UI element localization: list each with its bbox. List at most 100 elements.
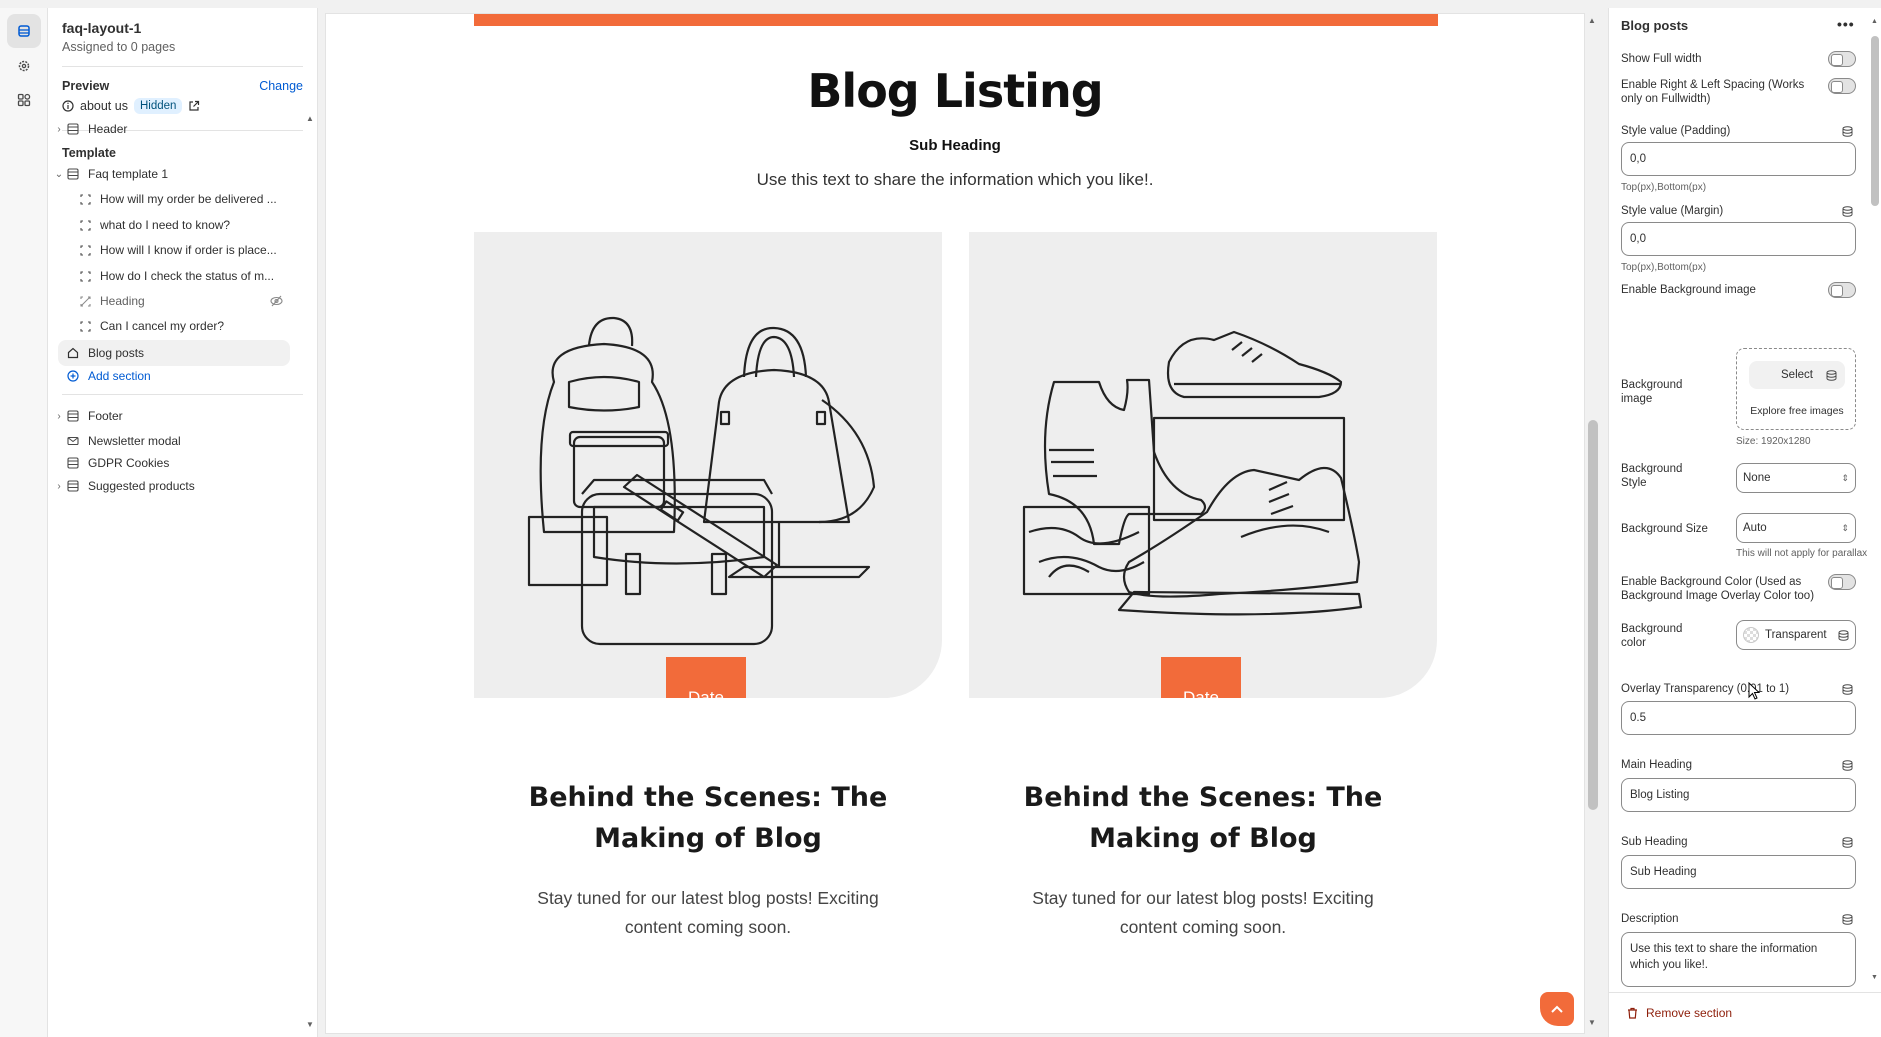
section-icon — [66, 409, 80, 423]
preview-page-row: about us Hidden — [62, 98, 200, 114]
external-link-icon[interactable] — [188, 100, 200, 112]
section-gdpr-label: GDPR Cookies — [88, 456, 170, 470]
template-heading: Template — [62, 146, 116, 160]
template-group[interactable]: ⌄ Faq template 1 — [52, 161, 300, 187]
settings-panel: Blog posts ••• Show Full width Enable Ri… — [1608, 8, 1881, 1037]
blog-sub-heading: Sub Heading — [909, 137, 1001, 154]
select-arrows-icon: ⇕ — [1841, 522, 1849, 533]
dynamic-source-icon[interactable] — [1842, 760, 1853, 771]
enable-bg-image-label: Enable Background image — [1621, 284, 1756, 296]
block-item[interactable]: Can I cancel my order? — [78, 313, 326, 339]
section-footer[interactable]: › Footer — [52, 403, 300, 429]
blog-card-image[interactable]: Date — [969, 232, 1437, 698]
remove-section-label: Remove section — [1646, 1006, 1733, 1020]
blog-card[interactable]: Date Behind the Scenes: The Making of Bl… — [969, 232, 1437, 937]
chevron-down-icon: ⌄ — [54, 168, 64, 180]
bg-size-value: Auto — [1743, 522, 1767, 534]
description-label: Description — [1621, 913, 1679, 925]
block-icon — [78, 319, 92, 333]
sections-nav-button[interactable] — [7, 14, 41, 48]
remove-section-button[interactable]: Remove section — [1627, 1006, 1732, 1020]
block-item[interactable]: How will I know if order is place... — [78, 237, 326, 263]
panel-scroll-down-icon[interactable]: ▼ — [1871, 974, 1878, 981]
section-suggested-products[interactable]: › Suggested products — [52, 473, 300, 499]
bg-image-picker: Select Explore free images — [1736, 348, 1856, 430]
dynamic-source-icon[interactable] — [1842, 837, 1853, 848]
show-full-width-label: Show Full width — [1621, 53, 1702, 65]
template-assignment: Assigned to 0 pages — [62, 40, 176, 54]
show-full-width-toggle[interactable] — [1828, 51, 1856, 67]
enable-bg-image-toggle[interactable] — [1828, 282, 1856, 298]
block-label: How do I check the status of m... — [100, 269, 275, 283]
more-options-button[interactable]: ••• — [1837, 16, 1855, 32]
main-heading-input[interactable]: Blog Listing — [1621, 778, 1856, 812]
section-icon — [66, 456, 80, 470]
block-label: How will I know if order is place... — [100, 243, 277, 257]
scroll-up-icon[interactable]: ▲ — [306, 114, 314, 123]
canvas-scroll-up-icon[interactable]: ▲ — [1588, 16, 1596, 25]
select-image-button[interactable]: Select — [1749, 361, 1845, 389]
section-icon — [66, 167, 80, 181]
dynamic-source-icon[interactable] — [1842, 914, 1853, 925]
template-group-label: Faq template 1 — [88, 167, 169, 181]
change-preview-link[interactable]: Change — [259, 79, 303, 93]
blog-heading: Blog Listing — [807, 64, 1103, 118]
margin-input[interactable]: 0,0 — [1621, 222, 1856, 256]
sub-heading-input[interactable]: Sub Heading — [1621, 855, 1856, 889]
dynamic-source-icon — [1826, 370, 1837, 381]
sections-sidebar: faq-layout-1 Assigned to 0 pages Preview… — [48, 8, 318, 1037]
apps-icon — [17, 93, 31, 107]
dynamic-source-icon[interactable] — [1842, 684, 1853, 695]
block-icon — [78, 243, 92, 257]
chevron-up-icon — [1551, 1005, 1563, 1013]
padding-help: Top(px),Bottom(px) — [1621, 182, 1707, 193]
dynamic-source-icon[interactable] — [1842, 206, 1853, 217]
parallax-help: This will not apply for parallax — [1736, 548, 1868, 559]
preview-page-name: about us — [80, 99, 128, 113]
plus-circle-icon — [66, 369, 80, 383]
enable-spacing-toggle[interactable] — [1828, 78, 1856, 94]
section-header[interactable]: › Header — [52, 116, 300, 142]
divider — [1609, 992, 1881, 993]
add-section-button[interactable]: Add section — [66, 363, 314, 389]
panel-scroll-up-icon[interactable]: ▲ — [1871, 18, 1878, 25]
blog-card-title[interactable]: Behind the Scenes: The Making of Blog — [474, 777, 942, 859]
home-icon — [66, 346, 80, 360]
eye-off-icon[interactable] — [270, 295, 283, 307]
add-section-label: Add section — [88, 369, 151, 383]
block-item-hidden[interactable]: Heading — [78, 288, 326, 314]
section-newsletter-label: Newsletter modal — [88, 434, 181, 448]
scroll-down-icon[interactable]: ▼ — [306, 1020, 314, 1029]
bg-size-select[interactable]: Auto ⇕ — [1736, 513, 1856, 543]
divider — [62, 66, 303, 67]
blog-card-title[interactable]: Behind the Scenes: The Making of Blog — [969, 777, 1437, 859]
bg-size-label: Background Size — [1621, 523, 1708, 535]
enable-bg-color-toggle[interactable] — [1828, 574, 1856, 590]
dynamic-source-icon[interactable] — [1842, 126, 1853, 137]
canvas-scrollbar[interactable] — [1588, 420, 1598, 810]
block-item[interactable]: How will my order be delivered ... — [78, 186, 326, 212]
canvas-scroll-down-icon[interactable]: ▼ — [1588, 1018, 1596, 1027]
panel-scrollbar[interactable] — [1871, 36, 1879, 206]
section-icon — [66, 479, 80, 493]
bg-color-swatch-row: Transparent — [1743, 627, 1827, 643]
block-label: How will my order be delivered ... — [100, 192, 277, 206]
blog-card[interactable]: Date Behind the Scenes: The Making of Bl… — [474, 232, 942, 937]
block-item[interactable]: How do I check the status of m... — [78, 263, 326, 289]
blog-card-image[interactable]: Date — [474, 232, 942, 698]
section-suggested-label: Suggested products — [88, 479, 195, 493]
bg-style-select[interactable]: None ⇕ — [1736, 463, 1856, 493]
bg-color-picker[interactable]: Transparent — [1736, 620, 1856, 650]
scroll-to-top-button[interactable] — [1540, 992, 1574, 1026]
block-item[interactable]: what do I need to know? — [78, 212, 326, 238]
chevron-right-icon: › — [57, 410, 61, 422]
gear-icon — [18, 60, 30, 72]
apps-nav-button[interactable] — [7, 83, 41, 117]
mouse-cursor-icon — [1748, 682, 1760, 700]
explore-free-images-link[interactable]: Explore free images — [1737, 405, 1857, 417]
template-title: faq-layout-1 — [62, 20, 142, 36]
description-textarea[interactable]: Use this text to share the information w… — [1621, 932, 1856, 987]
overlay-input[interactable]: 0.5 — [1621, 701, 1856, 735]
padding-input[interactable]: 0,0 — [1621, 142, 1856, 176]
settings-nav-button[interactable] — [7, 49, 41, 83]
